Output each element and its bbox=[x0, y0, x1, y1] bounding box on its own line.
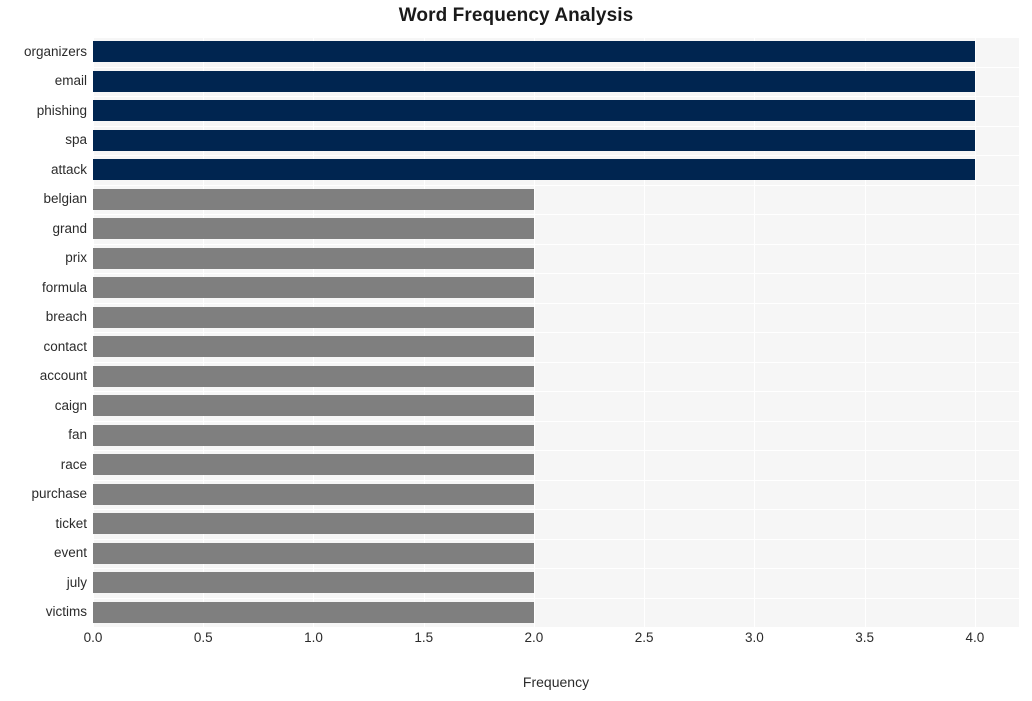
x-axis-tick-label: 3.5 bbox=[855, 630, 875, 645]
gridline-horizontal bbox=[93, 37, 1019, 38]
y-axis-tick-label: prix bbox=[65, 250, 87, 266]
bar[interactable] bbox=[93, 41, 975, 63]
y-axis-tick-label: ticket bbox=[55, 515, 87, 531]
y-axis-tick-label: spa bbox=[65, 132, 87, 148]
y-axis-tick-labels: organizers email phishing spa attack belgian g… bbox=[0, 37, 87, 627]
bar[interactable] bbox=[93, 395, 534, 417]
plot-area bbox=[93, 37, 1019, 627]
bar[interactable] bbox=[93, 159, 975, 181]
x-axis-tick-label: 2.5 bbox=[634, 630, 654, 645]
chart-figure: Word Frequency Analysis organizers email p… bbox=[0, 0, 1032, 701]
y-axis-tick-label: formula bbox=[41, 279, 87, 295]
x-axis-tick-label: 1.0 bbox=[304, 630, 323, 645]
y-axis-tick-label: purchase bbox=[31, 486, 87, 502]
y-axis-tick-label: organizers bbox=[23, 43, 87, 59]
x-axis-label: Frequency bbox=[522, 674, 590, 690]
bar[interactable] bbox=[93, 572, 534, 594]
y-axis-tick-label: attack bbox=[50, 161, 87, 177]
bar[interactable] bbox=[93, 188, 534, 210]
gridline-horizontal bbox=[93, 155, 1019, 156]
x-axis-tick-label: 0.5 bbox=[193, 630, 213, 645]
bar[interactable] bbox=[93, 306, 534, 328]
page-title: Word Frequency Analysis bbox=[398, 5, 634, 26]
bar[interactable] bbox=[93, 336, 534, 358]
bar[interactable] bbox=[93, 277, 534, 299]
bar[interactable] bbox=[93, 70, 975, 92]
x-axis-tick-label: 1.5 bbox=[414, 630, 434, 645]
y-axis-tick-label: belgian bbox=[43, 191, 87, 207]
bar[interactable] bbox=[93, 513, 534, 535]
y-axis-tick-label: victims bbox=[45, 604, 87, 620]
bar[interactable] bbox=[93, 129, 975, 151]
y-axis-tick-label: caign bbox=[54, 397, 87, 413]
bar[interactable] bbox=[93, 483, 534, 505]
x-axis-tick-label: 2.0 bbox=[524, 630, 544, 645]
gridline-horizontal bbox=[93, 421, 1019, 422]
bar[interactable] bbox=[93, 601, 534, 623]
y-axis-tick-label: grand bbox=[52, 220, 87, 236]
y-axis-tick-label: event bbox=[53, 545, 87, 561]
y-axis-tick-label: contact bbox=[43, 338, 87, 354]
gridline-horizontal bbox=[93, 67, 1019, 68]
gridline-horizontal bbox=[93, 332, 1019, 333]
y-axis-tick-label: fan bbox=[68, 427, 87, 443]
gridline-horizontal bbox=[93, 480, 1019, 481]
bar[interactable] bbox=[93, 365, 534, 387]
x-axis-tick-label: 0.0 bbox=[83, 630, 103, 645]
gridline-horizontal bbox=[93, 303, 1019, 304]
bar[interactable] bbox=[93, 247, 534, 269]
bar[interactable] bbox=[93, 424, 534, 446]
y-axis-tick-label: account bbox=[39, 368, 87, 384]
y-axis-tick-label: race bbox=[60, 456, 87, 472]
gridline-horizontal bbox=[93, 539, 1019, 540]
gridline-horizontal bbox=[93, 214, 1019, 215]
bar[interactable] bbox=[93, 100, 975, 122]
gridline-horizontal bbox=[93, 96, 1019, 97]
x-axis-tick-label: 3.0 bbox=[745, 630, 764, 645]
bar[interactable] bbox=[93, 454, 534, 476]
gridline-horizontal bbox=[93, 450, 1019, 451]
gridline-horizontal bbox=[93, 391, 1019, 392]
y-axis-tick-label: phishing bbox=[36, 102, 87, 118]
gridline-horizontal bbox=[93, 598, 1019, 599]
gridline-horizontal bbox=[93, 126, 1019, 127]
bar[interactable] bbox=[93, 218, 534, 240]
x-axis-tick-labels: 0.0 0.5 1.0 1.5 2.0 2.5 3.0 3.5 4.0 bbox=[84, 630, 1019, 656]
gridline-horizontal bbox=[93, 509, 1019, 510]
y-axis-tick-label: july bbox=[66, 574, 87, 590]
gridline-horizontal bbox=[93, 185, 1019, 186]
gridline-horizontal bbox=[93, 568, 1019, 569]
gridline-horizontal bbox=[93, 362, 1019, 363]
y-axis-tick-label: breach bbox=[45, 309, 87, 325]
gridline-horizontal bbox=[93, 244, 1019, 245]
gridline-horizontal bbox=[93, 273, 1019, 274]
y-axis-tick-label: email bbox=[54, 73, 87, 89]
bar[interactable] bbox=[93, 542, 534, 564]
x-axis-tick-label: 4.0 bbox=[965, 630, 985, 645]
